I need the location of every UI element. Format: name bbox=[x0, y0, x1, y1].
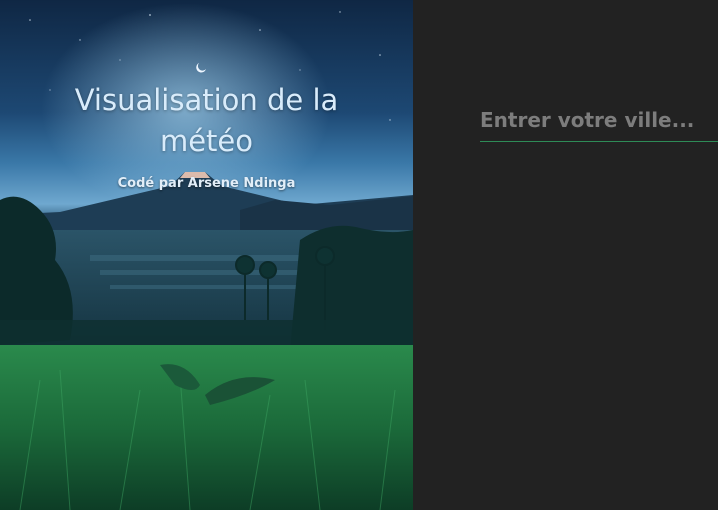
hero-text-block: Visualisation de la météo Codé par Arsen… bbox=[0, 80, 413, 191]
hero-background-image bbox=[0, 0, 413, 510]
app-root: Visualisation de la météo Codé par Arsen… bbox=[0, 0, 718, 510]
page-title: Visualisation de la météo bbox=[74, 83, 339, 158]
search-field-container bbox=[480, 108, 718, 142]
search-panel bbox=[413, 0, 718, 510]
hero-section: Visualisation de la météo Codé par Arsen… bbox=[0, 0, 413, 510]
city-search-input[interactable] bbox=[480, 108, 718, 142]
author-credit: Codé par Arsene Ndinga bbox=[117, 176, 296, 191]
